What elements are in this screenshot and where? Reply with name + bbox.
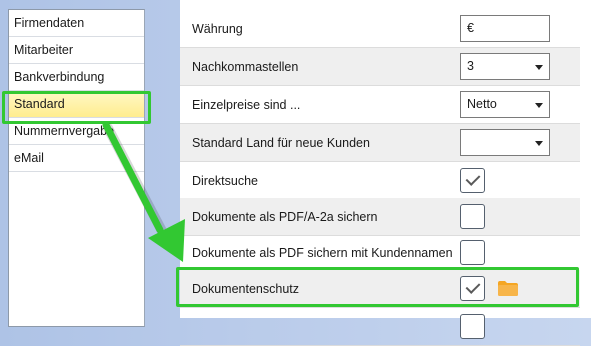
chevron-down-icon[interactable] (529, 130, 549, 155)
highlight-dokumentenschutz (176, 267, 579, 307)
setting-row-einzelpreise: Einzelpreise sind ... Netto (180, 86, 580, 124)
setting-label: Direktsuche (192, 174, 258, 188)
setting-label: Standard Land für neue Kunden (192, 136, 370, 150)
nav-item-email[interactable]: eMail (9, 145, 144, 172)
setting-row-pdf-a2a: Dokumente als PDF/A-2a sichern (180, 198, 580, 236)
setting-row-nachkommastellen: Nachkommastellen 3 (180, 48, 580, 86)
einzelpreise-select[interactable]: Netto (460, 91, 550, 118)
settings-nav: Firmendaten Mitarbeiter Bankverbindung S… (8, 9, 145, 327)
nav-item-bankverbindung[interactable]: Bankverbindung (9, 64, 144, 91)
setting-row-next (180, 308, 580, 346)
setting-label: Nachkommastellen (192, 60, 299, 74)
pdf-kundennamen-checkbox[interactable] (460, 240, 485, 265)
setting-label: Dokumente als PDF/A-2a sichern (192, 210, 378, 224)
pdf-a2a-checkbox[interactable] (460, 204, 485, 229)
setting-label: Dokumente als PDF sichern mit Kundenname… (192, 246, 453, 260)
waehrung-input[interactable]: € (460, 15, 550, 42)
setting-label: Einzelpreise sind ... (192, 98, 301, 112)
setting-label: Währung (192, 22, 243, 36)
nav-item-mitarbeiter[interactable]: Mitarbeiter (9, 37, 144, 64)
chevron-down-icon[interactable] (529, 92, 549, 117)
nachkommastellen-select[interactable]: 3 (460, 53, 550, 80)
highlight-standard (2, 91, 151, 124)
direktsuche-checkbox[interactable] (460, 168, 485, 193)
select-value: Netto (467, 97, 497, 111)
setting-row-direktsuche: Direktsuche (180, 162, 580, 200)
select-value: 3 (467, 59, 474, 73)
setting-row-standard-land: Standard Land für neue Kunden (180, 124, 580, 162)
setting-row-waehrung: Währung € (180, 10, 580, 48)
standard-land-select[interactable] (460, 129, 550, 156)
chevron-down-icon[interactable] (529, 54, 549, 79)
nav-item-firmendaten[interactable]: Firmendaten (9, 10, 144, 37)
